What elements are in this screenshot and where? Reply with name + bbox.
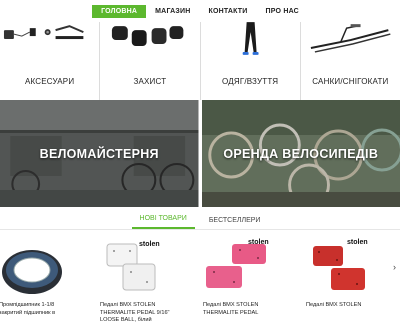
product-tabs: НОВІ ТОВАРИ БЕСТСЕЛЛЕРИ <box>0 209 400 229</box>
svg-text:stolen: stolen <box>347 239 368 246</box>
top-nav: ГОЛОВНА МАГАЗИН КОНТАКТИ ПРО НАС <box>0 0 400 22</box>
banner-row: ВЕЛОМАЙСТЕРНЯ ОРЕНДА ВЕЛОСИПЕДІВ <box>0 100 400 207</box>
rental-banner[interactable]: ОРЕНДА ВЕЛОСИПЕДІВ <box>201 100 400 207</box>
clothing-image <box>242 22 259 55</box>
protection-image <box>112 26 184 46</box>
category-sleds[interactable]: САНКИ/СНІГОКАТИ <box>301 22 400 100</box>
product-name[interactable]: Промпідшипник 1-1/8 закритий підшипник в <box>0 302 73 317</box>
nav-item-contacts[interactable]: КОНТАКТИ <box>200 5 257 18</box>
category-label: САНКИ/СНІГОКАТИ <box>312 77 389 86</box>
nav-item-shop[interactable]: МАГАЗИН <box>146 5 199 18</box>
banner-title: ОРЕНДА ВЕЛОСИПЕДІВ <box>223 147 379 161</box>
product-card[interactable]: stolen Педалі BMX STOLEN <box>305 234 377 325</box>
sled-image <box>310 24 391 53</box>
nav-item-home[interactable]: ГОЛОВНА <box>92 4 147 18</box>
category-clothing[interactable]: ОДЯГ/ВЗУТТЯ <box>201 22 301 100</box>
accessories-image <box>3 25 84 40</box>
product-card[interactable]: Промпідшипник 1-1/8 закритий підшипник в <box>0 234 70 325</box>
nav-item-about[interactable]: ПРО НАС <box>257 5 308 18</box>
tab-bestsellers[interactable]: БЕСТСЕЛЛЕРИ <box>201 217 269 229</box>
category-label: ОДЯГ/ВЗУТТЯ <box>221 77 279 86</box>
category-row: АКСЕСУАРИ ЗАХИСТ ОДЯГ/ВЗУТТЯ САНКИ/СНІГО… <box>0 22 400 100</box>
page: ГОЛОВНА МАГАЗИН КОНТАКТИ ПРО НАС АКСЕСУА… <box>0 0 400 325</box>
product-name[interactable]: Педалі BMX STOLEN THERMALITE PEDAL 9/16"… <box>100 302 174 325</box>
product-card[interactable]: stolen Педалі BMX STOLEN THERMALITE PEDA… <box>99 234 171 325</box>
pedals-red-image: stolen <box>313 239 368 290</box>
product-card[interactable]: stolen Педалі BMX STOLEN THERMALITE PEDA… <box>202 234 274 325</box>
workshop-banner[interactable]: ВЕЛОМАЙСТЕРНЯ <box>0 100 199 207</box>
pedals-white-image: stolen <box>106 241 160 291</box>
product-carousel: Промпідшипник 1-1/8 закритий підшипник в… <box>0 234 400 325</box>
category-protection[interactable]: ЗАХИСТ <box>100 22 201 100</box>
chevron-right-icon[interactable]: › <box>393 262 396 272</box>
category-label: АКСЕСУАРИ <box>24 77 75 86</box>
svg-text:stolen: stolen <box>139 241 160 248</box>
bearing-image <box>2 250 62 294</box>
category-accessories[interactable]: АКСЕСУАРИ <box>0 22 101 100</box>
product-name[interactable]: Педалі BMX STOLEN <box>306 302 380 310</box>
tab-divider <box>0 229 400 230</box>
tab-new-products[interactable]: НОВІ ТОВАРИ <box>131 215 195 229</box>
category-label: ЗАХИСТ <box>133 77 167 86</box>
product-name[interactable]: Педалі BMX STOLEN THERMALITE PEDAL <box>203 302 277 317</box>
banner-title: ВЕЛОМАЙСТЕРНЯ <box>39 147 159 161</box>
pedals-pink-image: stolen <box>206 239 269 288</box>
